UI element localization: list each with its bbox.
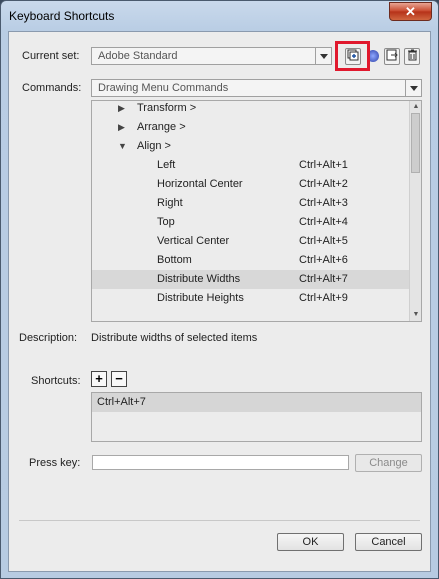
tree-row-name: Horizontal Center	[157, 178, 243, 190]
commands-label: Commands:	[22, 82, 82, 94]
press-key-input[interactable]	[92, 455, 349, 470]
tree-row[interactable]: ▼ Align >	[92, 137, 410, 156]
tree-row-name: Right	[157, 197, 183, 209]
tree-row-name: Bottom	[157, 254, 192, 266]
tree-row-shortcut: Ctrl+Alt+7	[299, 273, 348, 285]
tree-row-shortcut: Ctrl+Alt+1	[299, 159, 348, 171]
description-label: Description:	[19, 332, 78, 344]
tree-row[interactable]: Left Ctrl+Alt+1	[92, 156, 410, 175]
current-set-label: Current set:	[22, 50, 80, 62]
ok-button[interactable]: OK	[277, 533, 344, 551]
tree-row[interactable]: ▶ Arrange >	[92, 118, 410, 137]
window-title: Keyboard Shortcuts	[9, 9, 115, 23]
tree-row[interactable]: Vertical Center Ctrl+Alt+5	[92, 232, 410, 251]
add-shortcut-button[interactable]: +	[91, 371, 107, 387]
tree-row-name: Top	[157, 216, 175, 228]
chevron-down-icon[interactable]	[405, 80, 421, 96]
current-set-dropdown[interactable]: Adobe Standard	[91, 47, 332, 65]
export-set-button[interactable]	[384, 48, 400, 65]
delete-set-icon	[408, 49, 417, 61]
tree-row[interactable]: Distribute Widths Ctrl+Alt+7	[92, 270, 410, 289]
tree-row-name: Transform >	[137, 102, 197, 114]
tree-row[interactable]: Horizontal Center Ctrl+Alt+2	[92, 175, 410, 194]
keyboard-shortcuts-dialog: Keyboard Shortcuts ✕ Current set: Adobe …	[0, 0, 439, 579]
shortcuts-label: Shortcuts:	[31, 375, 81, 387]
tree-row[interactable]: Top Ctrl+Alt+4	[92, 213, 410, 232]
commands-tree[interactable]: ▶ Transform > ▶ Arrange > ▼ Align > Left Ctrl+A…	[91, 100, 422, 322]
description-text: Distribute widths of selected items	[91, 332, 258, 344]
change-button[interactable]: Change	[355, 454, 422, 472]
tree-row[interactable]: Distribute Heights Ctrl+Alt+9	[92, 289, 410, 308]
tree-row-name: Align >	[137, 140, 171, 152]
expanded-triangle-icon[interactable]: ▼	[118, 137, 127, 156]
close-button[interactable]: ✕	[389, 2, 432, 21]
tree-row-name: Arrange >	[137, 121, 186, 133]
scroll-down-icon[interactable]: ▼	[410, 309, 421, 321]
commands-value: Drawing Menu Commands	[98, 82, 229, 94]
commands-dropdown[interactable]: Drawing Menu Commands	[91, 79, 422, 97]
tree-row-shortcut: Ctrl+Alt+3	[299, 197, 348, 209]
title-bar[interactable]: Keyboard Shortcuts ✕	[1, 1, 438, 31]
shortcuts-list[interactable]: Ctrl+Alt+7	[91, 392, 422, 442]
scroll-thumb[interactable]	[411, 113, 420, 173]
remove-shortcut-button[interactable]: −	[111, 371, 127, 387]
tree-row-shortcut: Ctrl+Alt+5	[299, 235, 348, 247]
tree-row-shortcut: Ctrl+Alt+2	[299, 178, 348, 190]
export-set-icon	[386, 49, 398, 61]
tree-row-shortcut: Ctrl+Alt+4	[299, 216, 348, 228]
divider	[19, 520, 420, 521]
tree-row-name: Distribute Widths	[157, 273, 241, 285]
cancel-button[interactable]: Cancel	[355, 533, 422, 551]
collapsed-triangle-icon[interactable]: ▶	[118, 118, 125, 137]
tree-row-name: Distribute Heights	[157, 292, 244, 304]
highlight-box	[335, 41, 370, 71]
chevron-down-icon[interactable]	[315, 48, 331, 64]
tree-row-name: Left	[157, 159, 176, 171]
tree-row-shortcut: Ctrl+Alt+9	[299, 292, 348, 304]
delete-set-button[interactable]	[404, 48, 420, 65]
shortcut-item[interactable]: Ctrl+Alt+7	[92, 393, 421, 412]
tree-row-name: Vertical Center	[157, 235, 230, 247]
press-key-label: Press key:	[29, 457, 81, 469]
tree-row[interactable]: ▶ Transform >	[92, 101, 410, 118]
tree-scrollbar[interactable]: ▲ ▼	[409, 101, 421, 321]
dialog-body: Current set: Adobe Standard Commands: Dr…	[8, 31, 431, 572]
tree-row[interactable]: Right Ctrl+Alt+3	[92, 194, 410, 213]
collapsed-triangle-icon[interactable]: ▶	[118, 101, 125, 118]
tree-row-shortcut: Ctrl+Alt+6	[299, 254, 348, 266]
scroll-up-icon[interactable]: ▲	[410, 101, 421, 113]
tree-row[interactable]: Bottom Ctrl+Alt+6	[92, 251, 410, 270]
current-set-value: Adobe Standard	[98, 50, 178, 62]
